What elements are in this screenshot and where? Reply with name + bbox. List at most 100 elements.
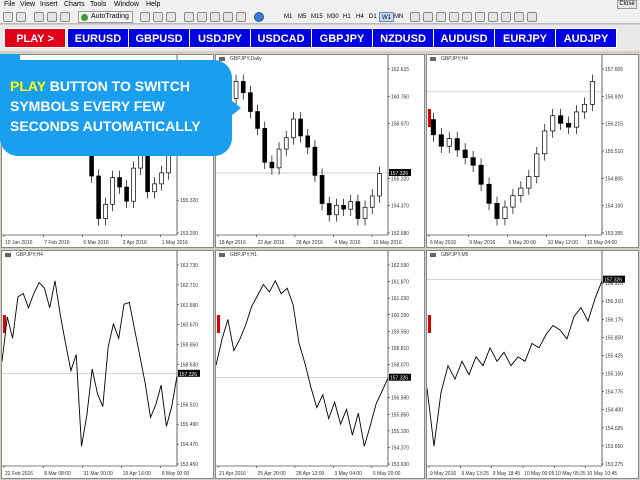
- autoscroll-icon[interactable]: [223, 12, 233, 22]
- tile-windows-icon[interactable]: [210, 12, 220, 22]
- candle-body: [438, 134, 444, 147]
- menu-help[interactable]: Help: [146, 0, 160, 10]
- chart-shift-icon[interactable]: [236, 12, 246, 22]
- trendline-icon[interactable]: [462, 12, 472, 22]
- menu-file[interactable]: File: [4, 0, 15, 10]
- price-tick-label: 161.030: [391, 296, 409, 302]
- tf-h4[interactable]: H4: [354, 12, 366, 22]
- time-tick-label: 9 May 20:00: [508, 240, 536, 246]
- crosshair-tool-icon[interactable]: [423, 12, 433, 22]
- autotrading-button[interactable]: AutoTrading: [78, 11, 133, 23]
- chart-pane-h4-top[interactable]: GBPJPY,H4 157.605 156.920 156.215 155.510 154…: [426, 54, 639, 248]
- price-tick-label: 153.650: [605, 444, 623, 450]
- callout-line-2: SYMBOLS EVERY FEW: [10, 98, 165, 114]
- zoom-out-icon[interactable]: [197, 12, 207, 22]
- time-tick-label: 18 Apr 2016: [219, 240, 246, 246]
- symbol-button-gbpjpy[interactable]: GBPJPY: [311, 28, 373, 48]
- tf-d1[interactable]: D1: [367, 12, 379, 22]
- symbol-button-audusd[interactable]: AUDUSD: [433, 28, 495, 48]
- navigator-icon[interactable]: [47, 12, 57, 22]
- time-tick-label: 9 May 18:45: [493, 471, 521, 477]
- price-tick-label: 155.425: [605, 353, 623, 359]
- tf-mn[interactable]: MN: [392, 12, 405, 22]
- symbol-button-nzdusd[interactable]: NZDUSD: [372, 28, 434, 48]
- candle-body: [341, 205, 346, 210]
- label-icon[interactable]: [514, 12, 524, 22]
- candle-body: [362, 206, 368, 219]
- tf-m30[interactable]: M30: [325, 12, 341, 22]
- price-tick-label: 158.070: [391, 363, 409, 369]
- cursor-icon[interactable]: [410, 12, 420, 22]
- indicators-icon[interactable]: [254, 12, 264, 22]
- price-tick-label: 158.970: [391, 122, 409, 128]
- candle-body: [446, 138, 452, 147]
- menu-view[interactable]: View: [20, 0, 35, 10]
- time-tick-label: 9 May 2016: [430, 471, 456, 477]
- candle-body: [233, 81, 239, 99]
- candle-body: [110, 177, 115, 205]
- chart-pane-m5[interactable]: GBPJPY,M5 157.326 156.925 156.310 156.175 155…: [426, 250, 639, 479]
- time-tick-label: 10 May 00:05: [524, 471, 555, 477]
- menu-tools[interactable]: Tools: [90, 0, 106, 10]
- time-tick-label: 8 Mar 08:00: [44, 471, 71, 477]
- symbol-button-usdcad[interactable]: USDCAD: [250, 28, 312, 48]
- tf-m5[interactable]: M5: [296, 12, 308, 22]
- chart-svg: 157.326156.925156.310156.175155.850155.4…: [427, 251, 625, 477]
- candle-body: [454, 138, 460, 151]
- crosshair-icon[interactable]: [34, 12, 44, 22]
- channel-icon[interactable]: [475, 12, 485, 22]
- price-tick-label: 158.630: [180, 363, 198, 369]
- time-tick-label: 10 May 12:00: [548, 240, 579, 246]
- price-tick-label: 154.775: [605, 390, 623, 396]
- symbol-button-audjpy[interactable]: AUDJPY: [555, 28, 617, 48]
- time-tick-label: 5 May 20:00: [373, 471, 401, 477]
- price-tick-label: 154.100: [605, 204, 623, 210]
- new-order-icon[interactable]: [60, 12, 70, 22]
- symbol-button-eurjpy[interactable]: EURJPY: [494, 28, 556, 48]
- chart-pane-h1[interactable]: GBPJPY,H1 162.590 161.870 161.030 160.290 159…: [215, 250, 425, 479]
- menu-charts[interactable]: Charts: [64, 0, 85, 10]
- price-tick-label: 156.590: [391, 396, 409, 402]
- line-chart-icon[interactable]: [166, 12, 176, 22]
- vertical-line-icon[interactable]: [436, 12, 446, 22]
- arrows-icon[interactable]: [527, 12, 537, 22]
- bar-chart-icon[interactable]: [140, 12, 150, 22]
- price-tick-label: 155.850: [605, 335, 623, 341]
- price-tick-label: 156.215: [605, 122, 623, 128]
- candle-body: [377, 173, 382, 197]
- text-icon[interactable]: [501, 12, 511, 22]
- tf-m15[interactable]: M15: [309, 12, 325, 22]
- menu-insert[interactable]: Insert: [40, 0, 58, 10]
- profiles-icon[interactable]: [16, 12, 26, 22]
- menu-window[interactable]: Window: [114, 0, 139, 10]
- terminal-window: File View Insert Charts Tools Window Hel…: [0, 0, 640, 480]
- play-callout: PLAY BUTTON TO SWITCH SYMBOLS EVERY FEW …: [0, 54, 241, 156]
- symbol-button-gbpusd[interactable]: GBPUSD: [128, 28, 190, 48]
- tf-m1[interactable]: M1: [282, 12, 294, 22]
- horizontal-line-icon[interactable]: [449, 12, 459, 22]
- price-tick-label: 155.100: [391, 429, 409, 435]
- symbol-button-usdjpy[interactable]: USDJPY: [189, 28, 251, 48]
- candle-body: [510, 195, 516, 208]
- price-tick-label: 160.290: [391, 313, 409, 319]
- time-tick-label: 22 Feb 2016: [5, 471, 33, 477]
- candle-body: [494, 202, 500, 219]
- chart-pane-daily[interactable]: GBPJPY,Daily 162.615 160.760 158.970 157.326…: [215, 54, 425, 248]
- candle-body: [542, 130, 548, 155]
- zoom-in-icon[interactable]: [184, 12, 194, 22]
- play-button[interactable]: PLAY >: [4, 28, 66, 48]
- chart-pane-h4-bottom[interactable]: GBPJPY,H4 163.730 162.710 161.690 160.670 159…: [1, 250, 214, 479]
- candlestick-icon[interactable]: [153, 12, 163, 22]
- time-tick-label: 9 May 13:25: [461, 471, 489, 477]
- price-tick-label: 159.650: [180, 343, 198, 349]
- tf-h1[interactable]: H1: [341, 12, 353, 22]
- price-tick-label: 163.730: [180, 263, 198, 269]
- candle-body: [589, 81, 595, 105]
- symbol-button-eurusd[interactable]: EURUSD: [67, 28, 129, 48]
- close-button[interactable]: Close: [617, 0, 637, 9]
- price-tick-label: 161.690: [180, 303, 198, 309]
- fibonacci-icon[interactable]: [488, 12, 498, 22]
- time-tick-label: 28 Apr 2016: [296, 240, 323, 246]
- time-tick-label: 22 Apr 2016: [257, 240, 284, 246]
- new-chart-icon[interactable]: [3, 12, 13, 22]
